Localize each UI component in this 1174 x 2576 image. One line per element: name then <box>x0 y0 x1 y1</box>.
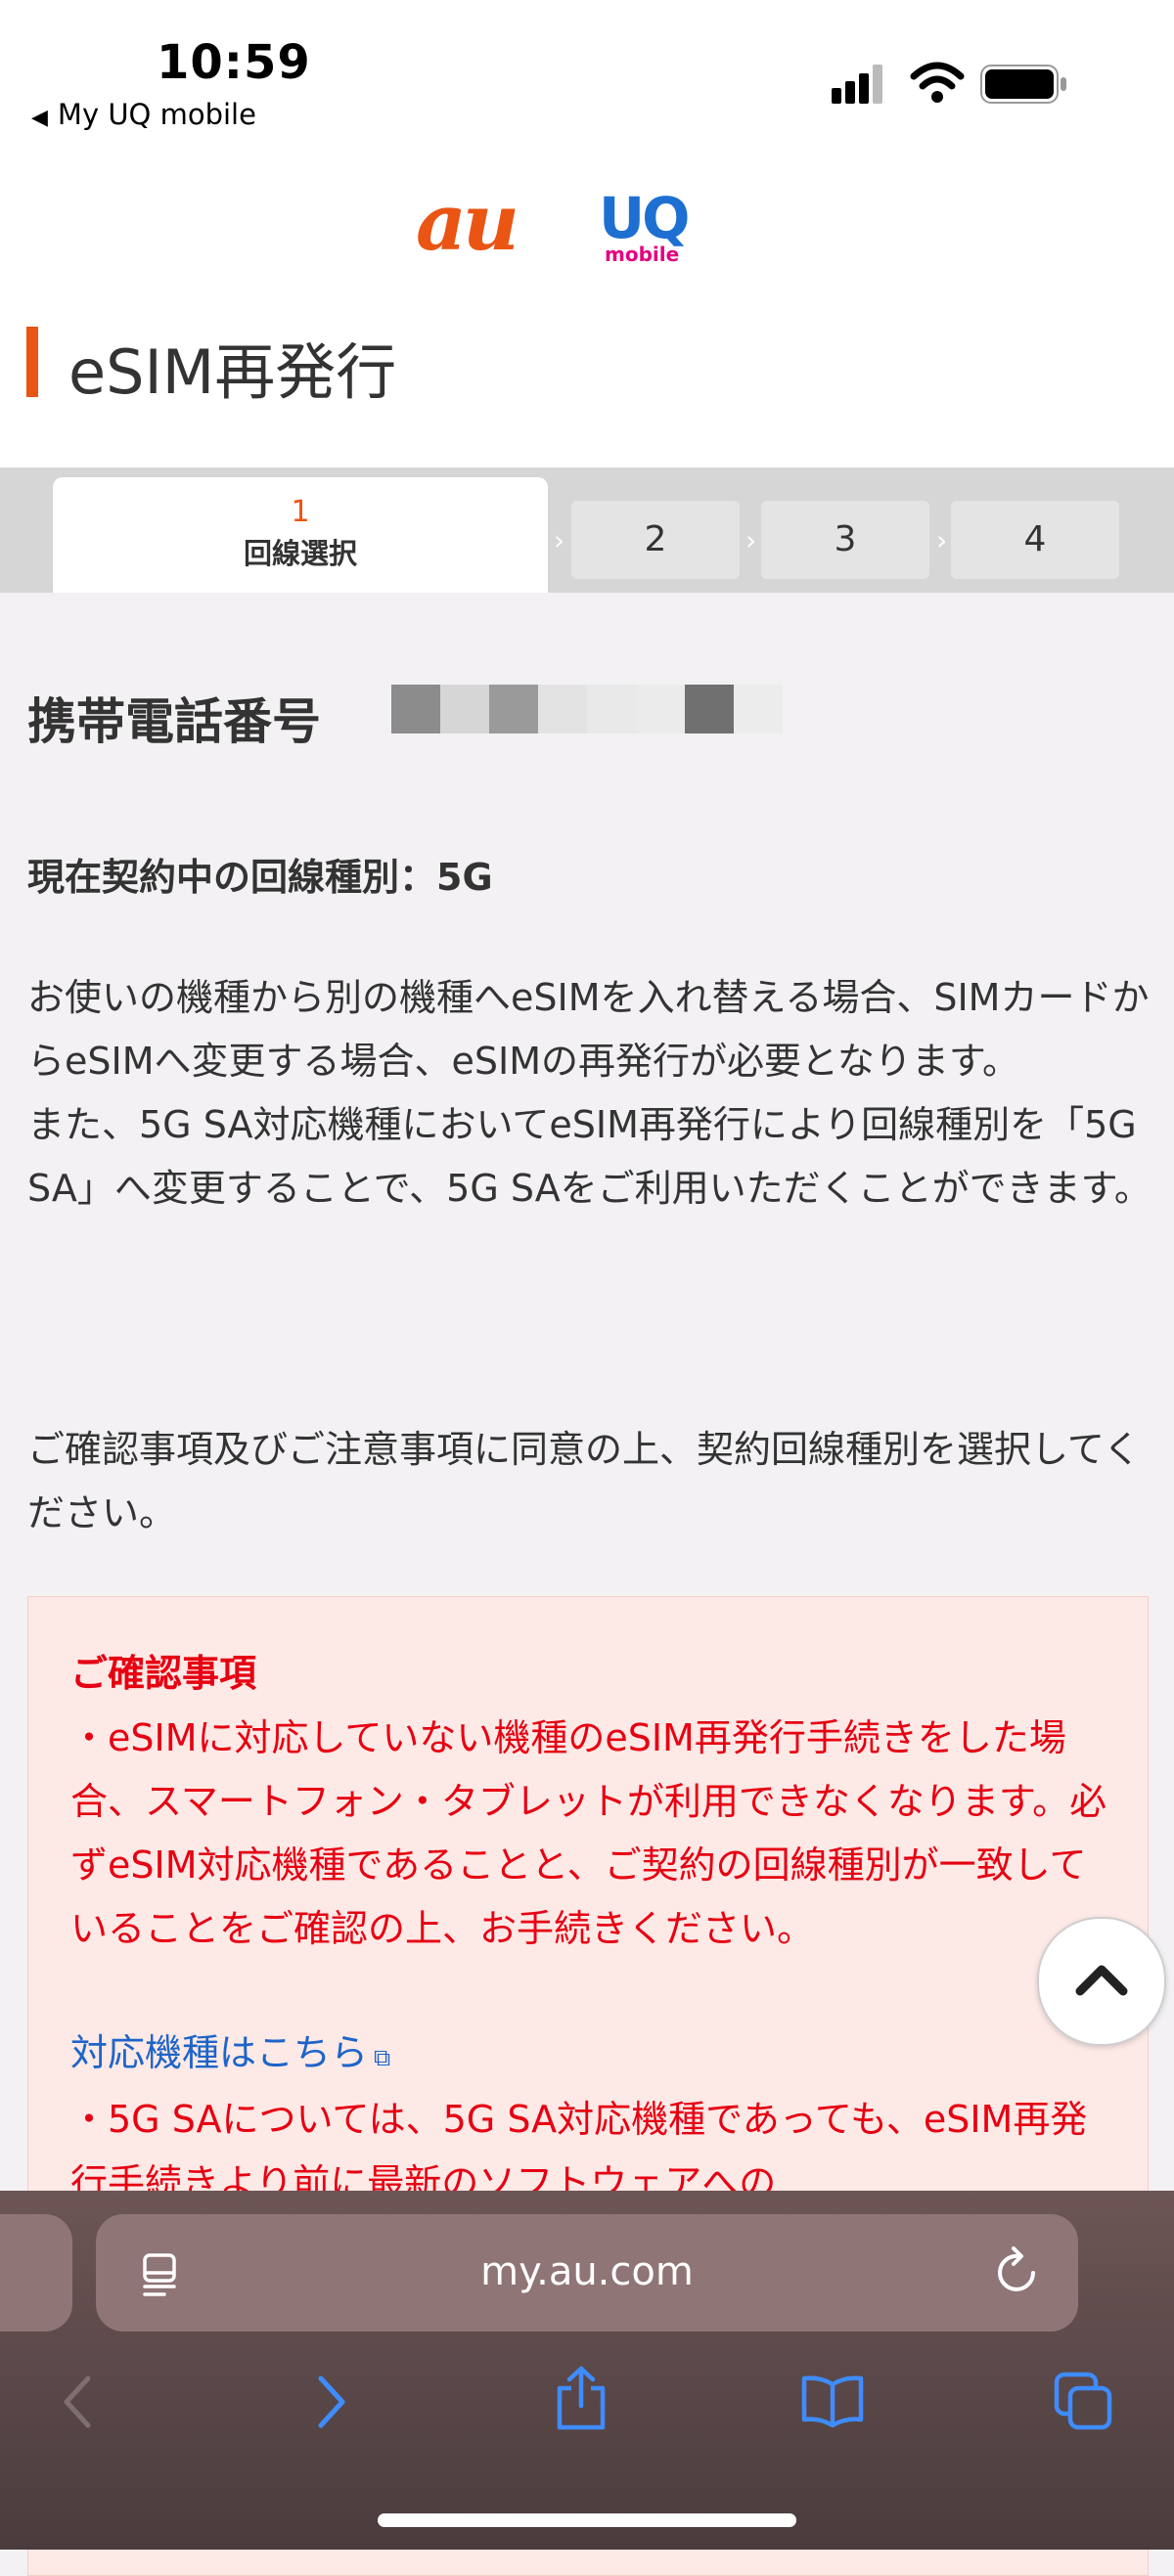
wifi-icon <box>910 62 965 103</box>
phone-number-label: 携帯電話番号 <box>27 693 321 750</box>
uq-logo-text: UQ <box>599 185 690 251</box>
current-line-type: 現在契約中の回線種別：5G <box>27 856 493 899</box>
step-chevron-icon: › <box>936 524 948 556</box>
back-arrow-icon[interactable] <box>59 2375 98 2429</box>
step-2-tab: 2 <box>571 501 740 579</box>
scroll-to-top-button[interactable] <box>1037 1917 1166 2046</box>
confirmation-item-1: ・eSIMに対応していない機種のeSIM再発行手続きをした場合、スマートフォン・… <box>70 1716 1107 1950</box>
intro-paragraph: お使いの機種から別の機種へeSIMを入れ替える場合、SIMカードからeSIMへ変… <box>27 976 1150 1083</box>
supported-devices-link-label: 対応機種はこちら <box>70 2031 369 2074</box>
home-indicator[interactable] <box>378 2513 796 2527</box>
step-1-label: 回線選択 <box>243 537 357 570</box>
bookmarks-icon[interactable] <box>800 2375 865 2427</box>
page-title: eSIM再発行 <box>68 336 397 408</box>
step-chevron-icon: › <box>745 524 757 556</box>
previous-tab-preview[interactable] <box>0 2214 72 2332</box>
external-link-icon: ⧉ <box>374 2044 391 2071</box>
back-triangle-icon: ◀ <box>31 106 48 130</box>
step-4-tab: 4 <box>951 501 1119 579</box>
uq-mobile-logo: UQ mobile <box>599 185 690 266</box>
brand-header <box>0 156 1174 467</box>
supported-devices-link[interactable]: 対応機種はこちら ⧉ <box>70 2022 390 2076</box>
tabs-overview-icon[interactable] <box>1053 2371 1113 2431</box>
step-1-number: 1 <box>291 495 310 529</box>
battery-icon <box>980 65 1066 104</box>
back-to-app-link[interactable]: ◀ My UQ mobile <box>31 98 256 131</box>
consent-instruction: ご確認事項及びご注意事項に同意の上、契約回線種別を選択してください。 <box>27 1428 1141 1534</box>
uq-logo-subtext: mobile <box>605 243 680 266</box>
intro-paragraph: また、5G SA対応機種においてeSIM再発行により回線種別を「5G SA」へ変… <box>27 1103 1151 1210</box>
step-1-tab: 1 回線選択 <box>53 477 548 593</box>
cellular-signal-icon <box>832 65 882 104</box>
step-chevron-icon: › <box>554 524 565 556</box>
confirmation-heading: ご確認事項 <box>70 1652 257 1695</box>
masked-phone-number <box>391 685 783 733</box>
reload-icon[interactable] <box>994 2245 1043 2296</box>
share-icon[interactable] <box>554 2365 609 2431</box>
reader-mode-icon[interactable] <box>141 2251 184 2298</box>
au-logo: au <box>416 176 519 268</box>
step-3-tab: 3 <box>761 501 929 579</box>
chevron-up-icon <box>1075 1965 1128 1996</box>
status-time: 10:59 <box>157 35 311 90</box>
intro-text: お使いの機種から別の機種へeSIMを入れ替える場合、SIMカードからeSIMへ変… <box>27 966 1152 1221</box>
back-to-app-label: My UQ mobile <box>57 98 256 131</box>
forward-arrow-icon[interactable] <box>311 2375 350 2429</box>
url-text[interactable]: my.au.com <box>440 2249 734 2294</box>
title-accent-bar <box>26 327 38 397</box>
